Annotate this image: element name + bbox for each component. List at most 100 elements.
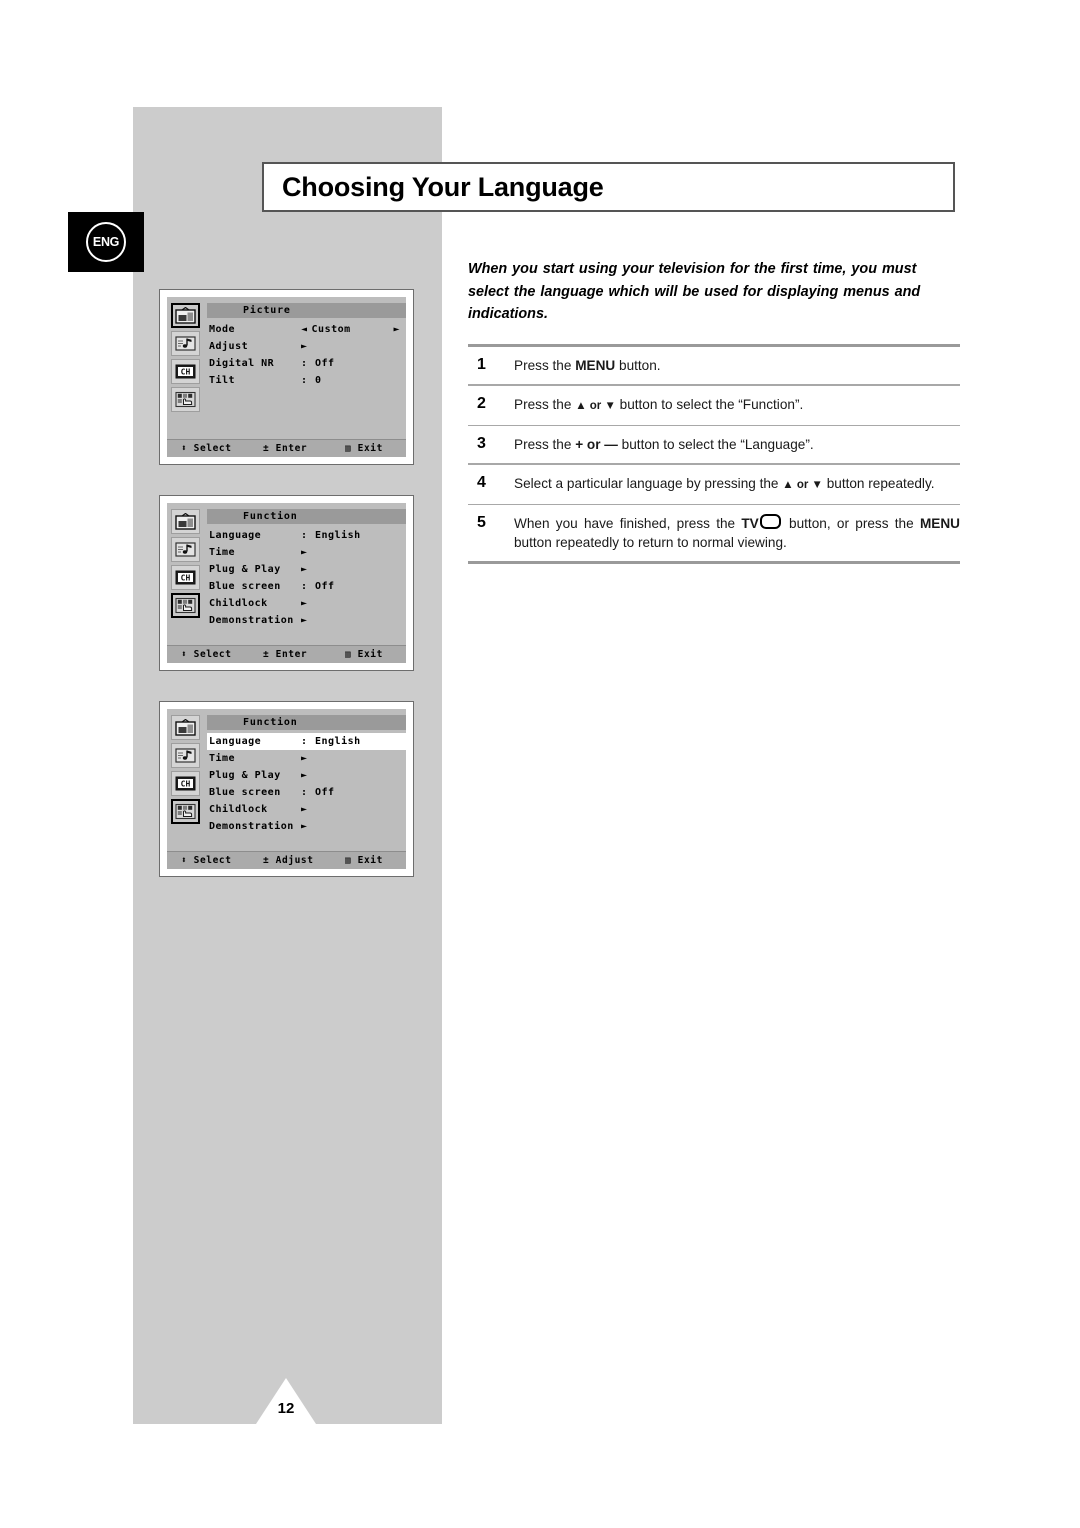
function-icon[interactable]: [171, 593, 200, 618]
osd-function-menu: CH Function Language : English Time ► Pl…: [159, 495, 414, 671]
osd-picture-menu: CH Picture Mode ◄ Custom ► Adjust ► Digi…: [159, 289, 414, 465]
osd-row-label: Language: [209, 736, 262, 747]
step-text-before: Press the: [514, 437, 576, 452]
osd-heading: Function: [207, 509, 406, 524]
chevron-right-icon[interactable]: ►: [301, 804, 315, 815]
function-icon[interactable]: [171, 799, 200, 824]
osd-row-label: Childlock: [209, 804, 268, 815]
step-number: 4: [477, 473, 486, 491]
picture-icon[interactable]: [171, 509, 200, 534]
step-text-after: button repeatedly to return to normal vi…: [514, 535, 787, 550]
function-icon[interactable]: [171, 387, 200, 412]
osd-row-label: Time: [209, 753, 236, 764]
osd-row-demonstration[interactable]: Demonstration ►: [207, 612, 406, 629]
sound-icon[interactable]: [171, 331, 200, 356]
osd-row-blue-screen[interactable]: Blue screen : Off: [207, 578, 406, 595]
osd-row-plug-and-play[interactable]: Plug & Play ►: [207, 561, 406, 578]
page-title: Choosing Your Language: [282, 171, 604, 202]
sound-icon[interactable]: [171, 743, 200, 768]
osd-footer-exit: ▥ Exit: [345, 855, 383, 866]
osd-row-language-selected[interactable]: Language : English: [207, 733, 406, 750]
osd-row-label: Language: [209, 530, 262, 541]
osd-footer-middle: ± Adjust: [263, 855, 314, 866]
osd-heading: Function: [207, 715, 406, 730]
osd-footer-select: ⬍ Select: [181, 855, 232, 866]
right-arrow-icon[interactable]: ►: [393, 324, 406, 335]
osd-row-label: Mode: [209, 324, 236, 335]
osd-row-tilt[interactable]: Tilt : 0: [207, 372, 406, 389]
language-badge-label: ENG: [86, 222, 126, 262]
osd-row-value: English: [315, 736, 361, 747]
picture-icon[interactable]: [171, 715, 200, 740]
step-text-bold-2: MENU: [919, 516, 960, 531]
osd-row-demonstration[interactable]: Demonstration ►: [207, 818, 406, 835]
osd-row-time[interactable]: Time ►: [207, 750, 406, 767]
step-text-after: button repeatedly.: [822, 475, 935, 491]
step-text-bold: ▲ or ▼: [782, 478, 823, 491]
step-text-after: button to select the “Language”.: [617, 437, 814, 452]
osd-row-label: Demonstration: [209, 615, 294, 626]
osd-inner: CH Picture Mode ◄ Custom ► Adjust ► Digi…: [167, 297, 406, 457]
osd-row-separator: :: [301, 787, 308, 798]
page-title-bar: Choosing Your Language: [262, 162, 955, 212]
step-text-bold: ▲ or ▼: [575, 399, 616, 412]
osd-footer-exit: ▥ Exit: [345, 443, 383, 454]
sound-icon[interactable]: [171, 537, 200, 562]
osd-row-separator: :: [301, 530, 308, 541]
tv-power-icon: [759, 514, 781, 529]
osd-footer-exit: ▥ Exit: [345, 649, 383, 660]
osd-row-mode[interactable]: Mode ◄ Custom ►: [207, 321, 406, 338]
osd-row-value: English: [315, 530, 361, 541]
osd-body: CH Function Language : English Time ► Pl…: [167, 503, 406, 629]
osd-row-label: Adjust: [209, 341, 249, 352]
osd-row-separator: :: [301, 358, 308, 369]
chevron-right-icon[interactable]: ►: [301, 598, 315, 609]
osd-row-language[interactable]: Language : English: [207, 527, 406, 544]
osd-row-blue-screen[interactable]: Blue screen : Off: [207, 784, 406, 801]
osd-row-time[interactable]: Time ►: [207, 544, 406, 561]
osd-row-label: Demonstration: [209, 821, 294, 832]
chevron-right-icon[interactable]: ►: [301, 753, 315, 764]
osd-row-value: Off: [315, 358, 335, 369]
osd-icon-column: CH: [167, 509, 203, 629]
channel-icon[interactable]: CH: [171, 359, 200, 384]
osd-row-separator: :: [301, 736, 308, 747]
step-number: 2: [477, 394, 486, 412]
osd-row-label: Blue screen: [209, 581, 281, 592]
step-number: 5: [477, 514, 486, 531]
chevron-right-icon[interactable]: ►: [301, 547, 315, 558]
osd-icon-column: CH: [167, 303, 203, 415]
chevron-right-icon[interactable]: ►: [301, 564, 315, 575]
step-number: 1: [477, 356, 486, 373]
osd-row-childlock[interactable]: Childlock ►: [207, 595, 406, 612]
svg-text:CH: CH: [181, 367, 191, 376]
osd-row-adjust[interactable]: Adjust ►: [207, 338, 406, 355]
osd-menu-list: Function Language : English Time ► Plug …: [203, 509, 406, 629]
osd-row-value: Off: [315, 787, 335, 798]
osd-row-childlock[interactable]: Childlock ►: [207, 801, 406, 818]
osd-row-label: Blue screen: [209, 787, 281, 798]
chevron-right-icon[interactable]: ►: [301, 770, 315, 781]
chevron-right-icon[interactable]: ►: [301, 341, 315, 352]
osd-footer-select: ⬍ Select: [181, 649, 232, 660]
channel-icon[interactable]: CH: [171, 565, 200, 590]
svg-text:CH: CH: [181, 779, 191, 788]
chevron-right-icon[interactable]: ►: [301, 821, 315, 832]
osd-body: CH Function Language : English Time ► Pl…: [167, 709, 406, 835]
picture-icon[interactable]: [171, 303, 200, 328]
osd-row-label: Plug & Play: [209, 770, 281, 781]
osd-row-label: Tilt: [209, 375, 236, 386]
language-badge: ENG: [68, 212, 144, 272]
osd-menu-list: Picture Mode ◄ Custom ► Adjust ► Digital…: [203, 303, 406, 415]
osd-footer: ⬍ Select ± Enter ▥ Exit: [167, 645, 406, 663]
chevron-right-icon[interactable]: ►: [301, 615, 315, 626]
osd-row-digital-nr[interactable]: Digital NR : Off: [207, 355, 406, 372]
osd-row-plug-and-play[interactable]: Plug & Play ►: [207, 767, 406, 784]
osd-row-value: Off: [315, 581, 335, 592]
osd-footer: ⬍ Select ± Enter ▥ Exit: [167, 439, 406, 457]
step-text-bold: + or —: [575, 437, 618, 452]
step-text: Select a particular language by pressing…: [514, 474, 960, 495]
left-arrow-icon[interactable]: ◄: [301, 324, 308, 335]
channel-icon[interactable]: CH: [171, 771, 200, 796]
osd-inner: CH Function Language : English Time ► Pl…: [167, 709, 406, 869]
